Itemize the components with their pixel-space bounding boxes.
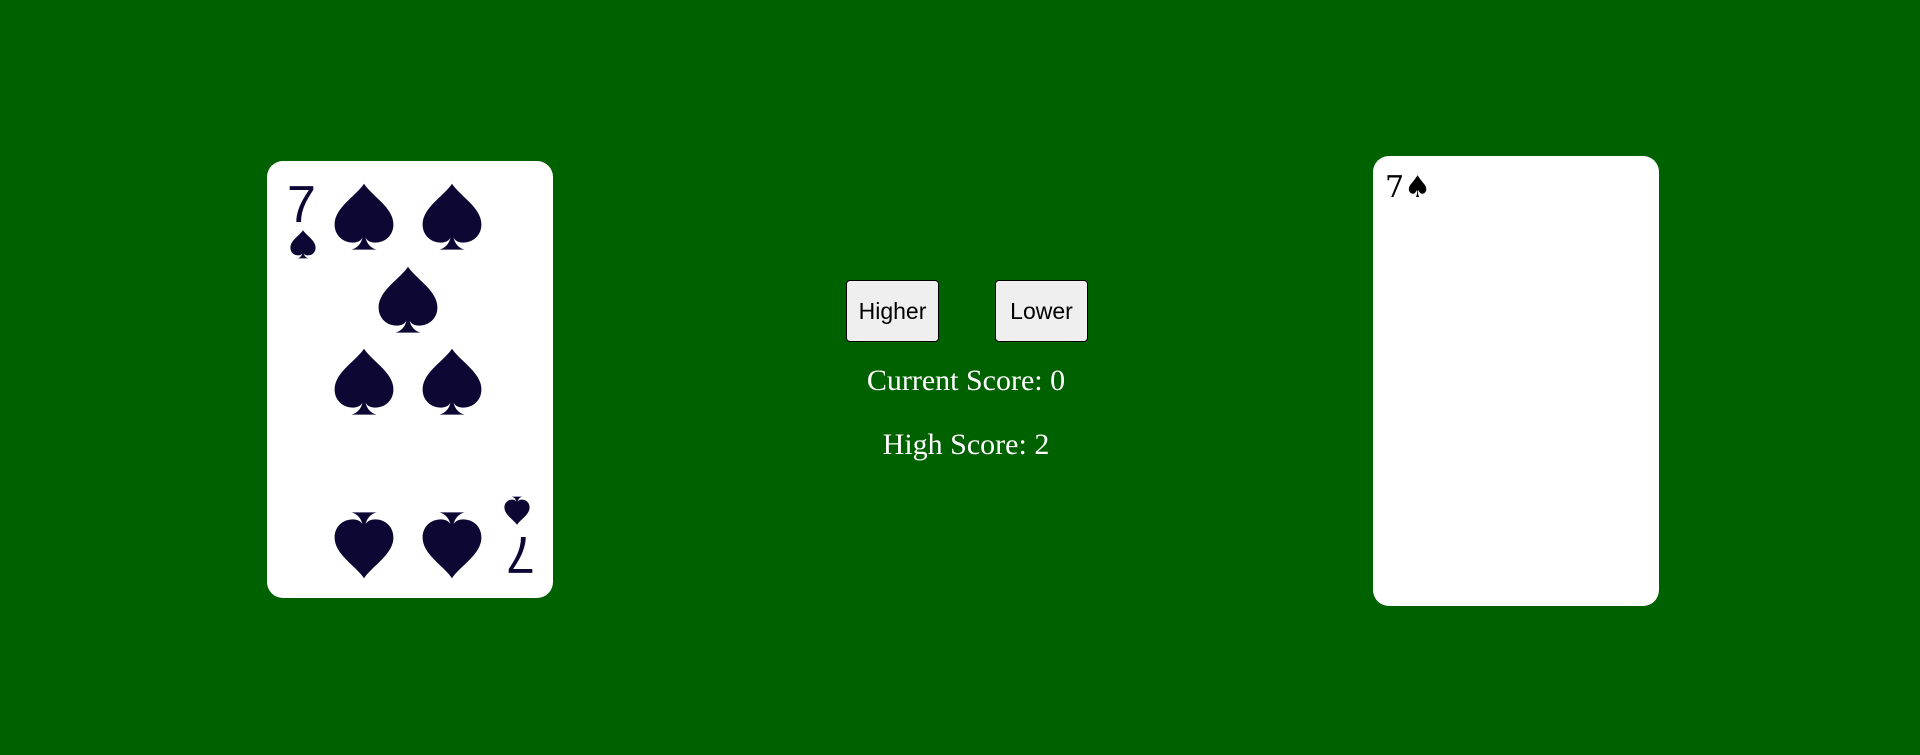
controls-panel: Higher Lower Current Score: 0 High Score… — [800, 280, 1130, 480]
next-card: 7♠ — [1373, 156, 1659, 606]
game-table: 7 7 Higher Lower Current Score: 0 High S… — [0, 0, 1920, 755]
spade-icon — [288, 229, 318, 259]
spade-icon — [417, 181, 487, 251]
next-card-label: 7♠ — [1385, 170, 1431, 205]
higher-button[interactable]: Higher — [846, 280, 939, 342]
current-score: Current Score: 0 — [866, 364, 1066, 397]
lower-button[interactable]: Lower — [995, 280, 1088, 342]
card-corner-bottom: 7 — [501, 496, 535, 583]
current-card: 7 7 — [267, 161, 553, 598]
spade-icon — [329, 346, 399, 416]
spade-icon — [417, 511, 487, 581]
spade-icon — [417, 346, 487, 416]
card-rank-bottom: 7 — [506, 525, 535, 583]
high-score: High Score: 2 — [882, 428, 1050, 461]
card-rank-top: 7 — [287, 176, 316, 234]
spade-icon — [502, 496, 532, 526]
spade-icon — [373, 264, 443, 334]
spade-icon — [329, 511, 399, 581]
spade-icon — [329, 181, 399, 251]
